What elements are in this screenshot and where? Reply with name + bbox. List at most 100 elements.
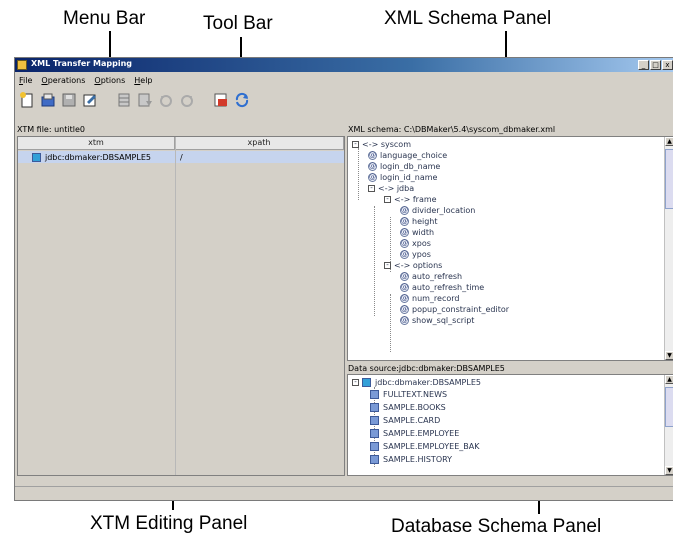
list-item[interactable]: SAMPLE.BOOKS [370, 402, 446, 412]
table-icon [370, 428, 379, 438]
close-button[interactable]: x [662, 60, 673, 70]
menu-options[interactable]: Options [94, 76, 125, 85]
attribute-icon: @ [400, 205, 409, 215]
menu-file[interactable]: File [19, 76, 32, 85]
attribute-icon: @ [400, 249, 409, 259]
edit-icon[interactable] [82, 92, 98, 108]
callout-tool-bar: Tool Bar [203, 13, 273, 34]
list-item[interactable]: SAMPLE.CARD [370, 415, 440, 425]
table-icon [370, 441, 379, 451]
attribute-icon: @ [400, 282, 409, 292]
tree-node[interactable]: @ num_record [400, 293, 460, 303]
data-source-label: Data source:jdbc:dbmaker:DBSAMPLE5 [348, 364, 505, 373]
table-icon [370, 402, 379, 412]
new-file-icon[interactable] [19, 92, 35, 108]
tree-node[interactable]: @ xpos [400, 238, 431, 248]
maximize-button[interactable]: □ [650, 60, 661, 70]
save-icon[interactable] [61, 92, 77, 108]
database-icon [362, 377, 371, 387]
xml-schema-scrollbar[interactable]: ▲ ▼ [664, 137, 673, 360]
refresh-icon[interactable] [234, 92, 250, 108]
tree-node[interactable]: @ language_choice [368, 150, 447, 160]
title-bar: XML Transfer Mapping _ □ x [15, 58, 673, 72]
table-cell-xtm: jdbc:dbmaker:DBSAMPLE5 [18, 152, 175, 162]
scroll-down-arrow[interactable]: ▼ [665, 351, 673, 360]
menu-operations[interactable]: Operations [41, 76, 85, 85]
window-title: XML Transfer Mapping [31, 59, 133, 68]
list-item[interactable]: SAMPLE.EMPLOYEE [370, 428, 459, 438]
column-header-xpath[interactable]: xpath [175, 137, 344, 150]
database-icon [32, 152, 41, 162]
run-icon[interactable] [213, 92, 229, 108]
attribute-icon: @ [400, 271, 409, 281]
tree-node[interactable]: - jdbc:dbmaker:DBSAMPLE5 [352, 377, 481, 387]
tree-node[interactable]: @ popup_constraint_editor [400, 304, 509, 314]
tree-node[interactable]: @ ypos [400, 249, 431, 259]
database-schema-panel[interactable]: - jdbc:dbmaker:DBSAMPLE5 FULLTEXT.NEWS SA… [347, 374, 673, 476]
grid-icon[interactable] [116, 92, 132, 108]
database-schema-scrollbar[interactable]: ▲ ▼ [664, 375, 673, 475]
scroll-thumb[interactable] [665, 387, 673, 427]
attribute-icon: @ [368, 150, 377, 160]
tree-node[interactable]: @ divider_location [400, 205, 475, 215]
attribute-icon: @ [368, 161, 377, 171]
callout-database-schema-panel: Database Schema Panel [391, 516, 602, 537]
tree-node[interactable]: @ height [400, 216, 438, 226]
xml-schema-label: XML schema: C:\DBMaker\5.4\syscom_dbmake… [348, 125, 556, 134]
status-bar [15, 486, 673, 500]
column-divider [175, 137, 176, 475]
collapse-icon[interactable]: - [384, 195, 391, 203]
menu-help[interactable]: Help [134, 76, 152, 85]
export-icon[interactable] [137, 92, 153, 108]
table-icon [370, 415, 379, 425]
tree-node[interactable]: @ auto_refresh_time [400, 282, 484, 292]
list-item[interactable]: FULLTEXT.NEWS [370, 389, 447, 399]
callout-menu-bar: Menu Bar [63, 8, 146, 29]
collapse-icon[interactable]: - [352, 378, 359, 386]
minimize-button[interactable]: _ [638, 60, 649, 70]
attribute-icon: @ [400, 304, 409, 314]
tree-node[interactable]: - <-> syscom [352, 139, 411, 149]
attribute-icon: @ [400, 216, 409, 226]
row-xtm-value: jdbc:dbmaker:DBSAMPLE5 [45, 152, 151, 162]
scroll-up-arrow[interactable]: ▲ [665, 137, 673, 146]
tree-node[interactable]: - <-> options [384, 260, 442, 270]
tree-node[interactable]: @ login_db_name [368, 161, 440, 171]
tree-node[interactable]: @ auto_refresh [400, 271, 462, 281]
attribute-icon: @ [400, 227, 409, 237]
table-row[interactable]: jdbc:dbmaker:DBSAMPLE5 / [18, 151, 344, 163]
scroll-thumb[interactable] [665, 149, 673, 209]
xtm-file-label: XTM file: untitle0 [17, 125, 85, 134]
app-icon [17, 60, 27, 70]
tree-node[interactable]: - <-> frame [384, 194, 437, 204]
xtm-table-header: xtm xpath [18, 137, 344, 150]
table-icon [370, 389, 379, 399]
attribute-icon: @ [368, 172, 377, 182]
attribute-icon: @ [400, 293, 409, 303]
list-item[interactable]: SAMPLE.HISTORY [370, 454, 452, 464]
undo-icon[interactable] [158, 92, 174, 108]
list-item[interactable]: SAMPLE.EMPLOYEE_BAK [370, 441, 480, 451]
attribute-icon: @ [400, 238, 409, 248]
tree-node[interactable]: @ login_id_name [368, 172, 437, 182]
menu-bar: File Operations Options Help [15, 73, 673, 87]
tool-bar [19, 88, 250, 112]
attribute-icon: @ [400, 315, 409, 325]
tree-node[interactable]: - <-> jdba [368, 183, 414, 193]
tree-node[interactable]: @ width [400, 227, 434, 237]
window-controls: _ □ x [638, 60, 673, 70]
scroll-up-arrow[interactable]: ▲ [665, 375, 673, 384]
tree-node[interactable]: @ show_sql_script [400, 315, 474, 325]
collapse-icon[interactable]: - [384, 261, 391, 269]
table-icon [370, 454, 379, 464]
collapse-icon[interactable]: - [352, 140, 359, 148]
column-header-xtm[interactable]: xtm [18, 137, 175, 150]
redo-icon[interactable] [179, 92, 195, 108]
xml-schema-panel[interactable]: - <-> syscom @ language_choice @ login_db_n… [347, 136, 673, 361]
xtm-editing-panel[interactable]: xtm xpath jdbc:dbmaker:DBSAMPLE5 / [17, 136, 345, 476]
callout-xtm-editing-panel: XTM Editing Panel [90, 513, 248, 534]
app-window: XML Transfer Mapping _ □ x File Operatio… [14, 57, 673, 501]
open-file-icon[interactable] [40, 92, 56, 108]
scroll-down-arrow[interactable]: ▼ [665, 466, 673, 475]
collapse-icon[interactable]: - [368, 184, 375, 192]
